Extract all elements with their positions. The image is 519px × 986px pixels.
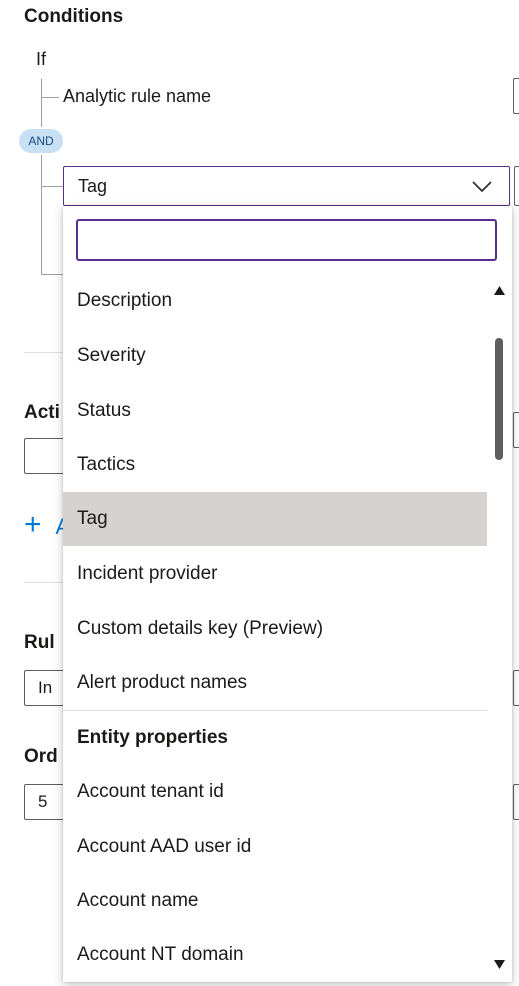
scroll-down-arrow-icon[interactable] [494,956,505,974]
option-account-aad-user-id[interactable]: Account AAD user id [63,820,487,874]
option-description[interactable]: Description [63,274,487,328]
option-incident-provider[interactable]: Incident provider [63,547,487,601]
option-label: Account tenant id [77,781,224,802]
tree-connector-branch-1 [41,97,59,98]
rule-expiration-dropdown[interactable]: In [24,670,64,706]
order-value: 5 [38,792,48,811]
option-alert-product-names[interactable]: Alert product names [63,656,487,710]
tree-connector-end [41,274,63,275]
option-account-tenant-id[interactable]: Account tenant id [63,765,487,819]
dropdown-scrollbar[interactable] [487,274,512,982]
if-label: If [36,49,47,69]
option-label: Description [77,290,173,311]
option-tag[interactable]: Tag [63,492,487,546]
rule-expiration-value: In [38,678,53,697]
option-label: Alert product names [77,672,248,693]
option-label: Tag [77,508,108,529]
option-label: Custom details key (Preview) [77,618,324,639]
combo-selected-value: Tag [78,175,108,196]
condition-1-property-label: Analytic rule name [63,86,212,106]
plus-icon: + [24,508,42,541]
condition-1-operator-dropdown[interactable] [513,78,519,114]
tree-connector-branch-2 [41,186,63,187]
option-label: Account NT domain [77,944,244,965]
option-label: Tactics [77,454,136,475]
option-custom-details-key[interactable]: Custom details key (Preview) [63,602,487,656]
option-account-name[interactable]: Account name [63,874,487,928]
actions-section-title: Acti [24,402,60,423]
order-field-edge [513,784,519,820]
option-label: Status [77,400,131,421]
option-severity[interactable]: Severity [63,329,487,383]
order-title: Ord [24,746,58,767]
chevron-down-icon [471,176,493,201]
option-account-nt-domain[interactable]: Account NT domain [63,928,487,982]
condition-2-operator-dropdown[interactable] [514,166,519,206]
section-divider [24,582,64,583]
property-dropdown-listbox[interactable]: Description Severity Status Tactics Tag … [63,206,512,982]
and-badge[interactable]: AND [19,129,63,153]
conditions-title: Conditions [24,6,124,27]
section-divider [24,352,64,353]
condition-property-dropdown[interactable]: Tag [63,166,510,206]
scroll-up-arrow-icon[interactable] [494,282,505,300]
group-header-label: Entity properties [77,727,228,748]
rule-field-edge [513,670,519,706]
option-label: Account name [77,890,199,911]
action-field-edge [513,412,519,448]
option-label: Severity [77,345,146,366]
dropdown-search-input[interactable] [76,219,497,261]
tree-connector-top [41,79,42,127]
option-status[interactable]: Status [63,384,487,438]
option-label: Account AAD user id [77,836,252,857]
option-label: Incident provider [77,563,218,584]
action-dropdown[interactable] [24,438,64,474]
option-tactics[interactable]: Tactics [63,438,487,492]
tree-connector-bottom [41,155,42,275]
order-input[interactable]: 5 [24,784,64,820]
rule-expiration-title: Rul [24,632,55,653]
group-header-entity-properties: Entity properties [63,711,487,765]
scrollbar-thumb[interactable] [495,338,503,460]
